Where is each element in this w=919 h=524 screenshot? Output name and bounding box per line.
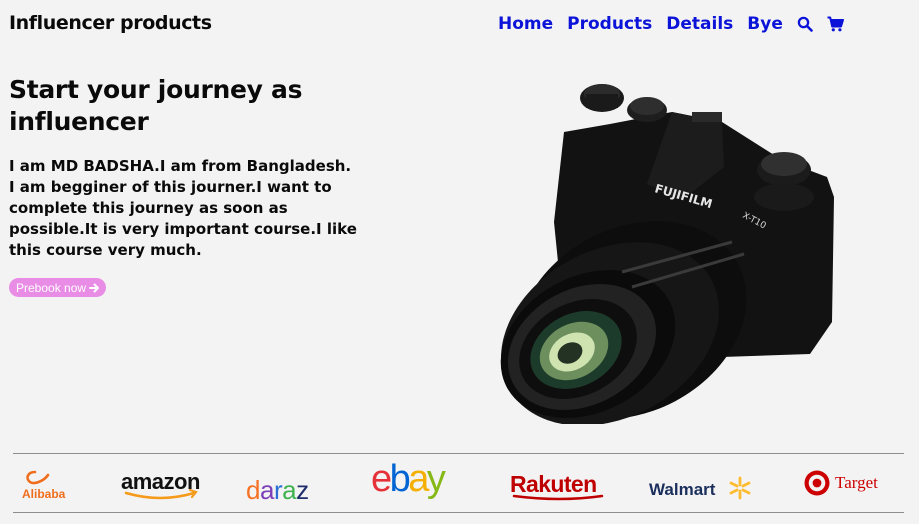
svg-text:daraz: daraz [246,475,309,505]
nav-details[interactable]: Details [666,14,733,34]
alibaba-logo: Alibaba [22,469,78,501]
nav-products[interactable]: Products [567,14,652,34]
brand-title: Influencer products [9,12,212,34]
target-logo: Target [803,469,893,497]
arrow-right-icon [89,283,100,292]
main-nav: Home Products Details Bye [498,14,844,34]
divider-top [13,453,904,454]
partner-logos: Alibaba amazon daraz ebay Rakuten Walmar… [0,455,919,511]
divider-bottom [13,512,904,513]
walmart-logo: Walmart [649,475,755,503]
amazon-logo: amazon [120,469,204,501]
hero-title: Start your journey as influencer [9,75,303,136]
svg-text:Rakuten: Rakuten [510,471,597,497]
ebay-logo: ebay [371,459,467,501]
daraz-logo: daraz [246,475,328,505]
prebook-button[interactable]: Prebook now [9,278,107,297]
svg-text:Alibaba: Alibaba [22,487,66,501]
camera-image: FUJIFILM X-T10 [500,84,834,424]
svg-text:amazon: amazon [121,469,200,494]
svg-text:Walmart: Walmart [649,480,716,499]
prebook-label: Prebook now [16,280,87,295]
search-icon[interactable] [797,16,813,32]
hero-description: I am MD BADSHA.I am from Bangladesh. I a… [9,157,357,259]
nav-home[interactable]: Home [498,14,553,34]
svg-text:ebay: ebay [371,459,446,500]
cart-icon[interactable] [827,16,844,32]
svg-text:Target: Target [835,473,878,492]
nav-bye[interactable]: Bye [747,14,783,34]
rakuten-logo: Rakuten [510,471,606,503]
